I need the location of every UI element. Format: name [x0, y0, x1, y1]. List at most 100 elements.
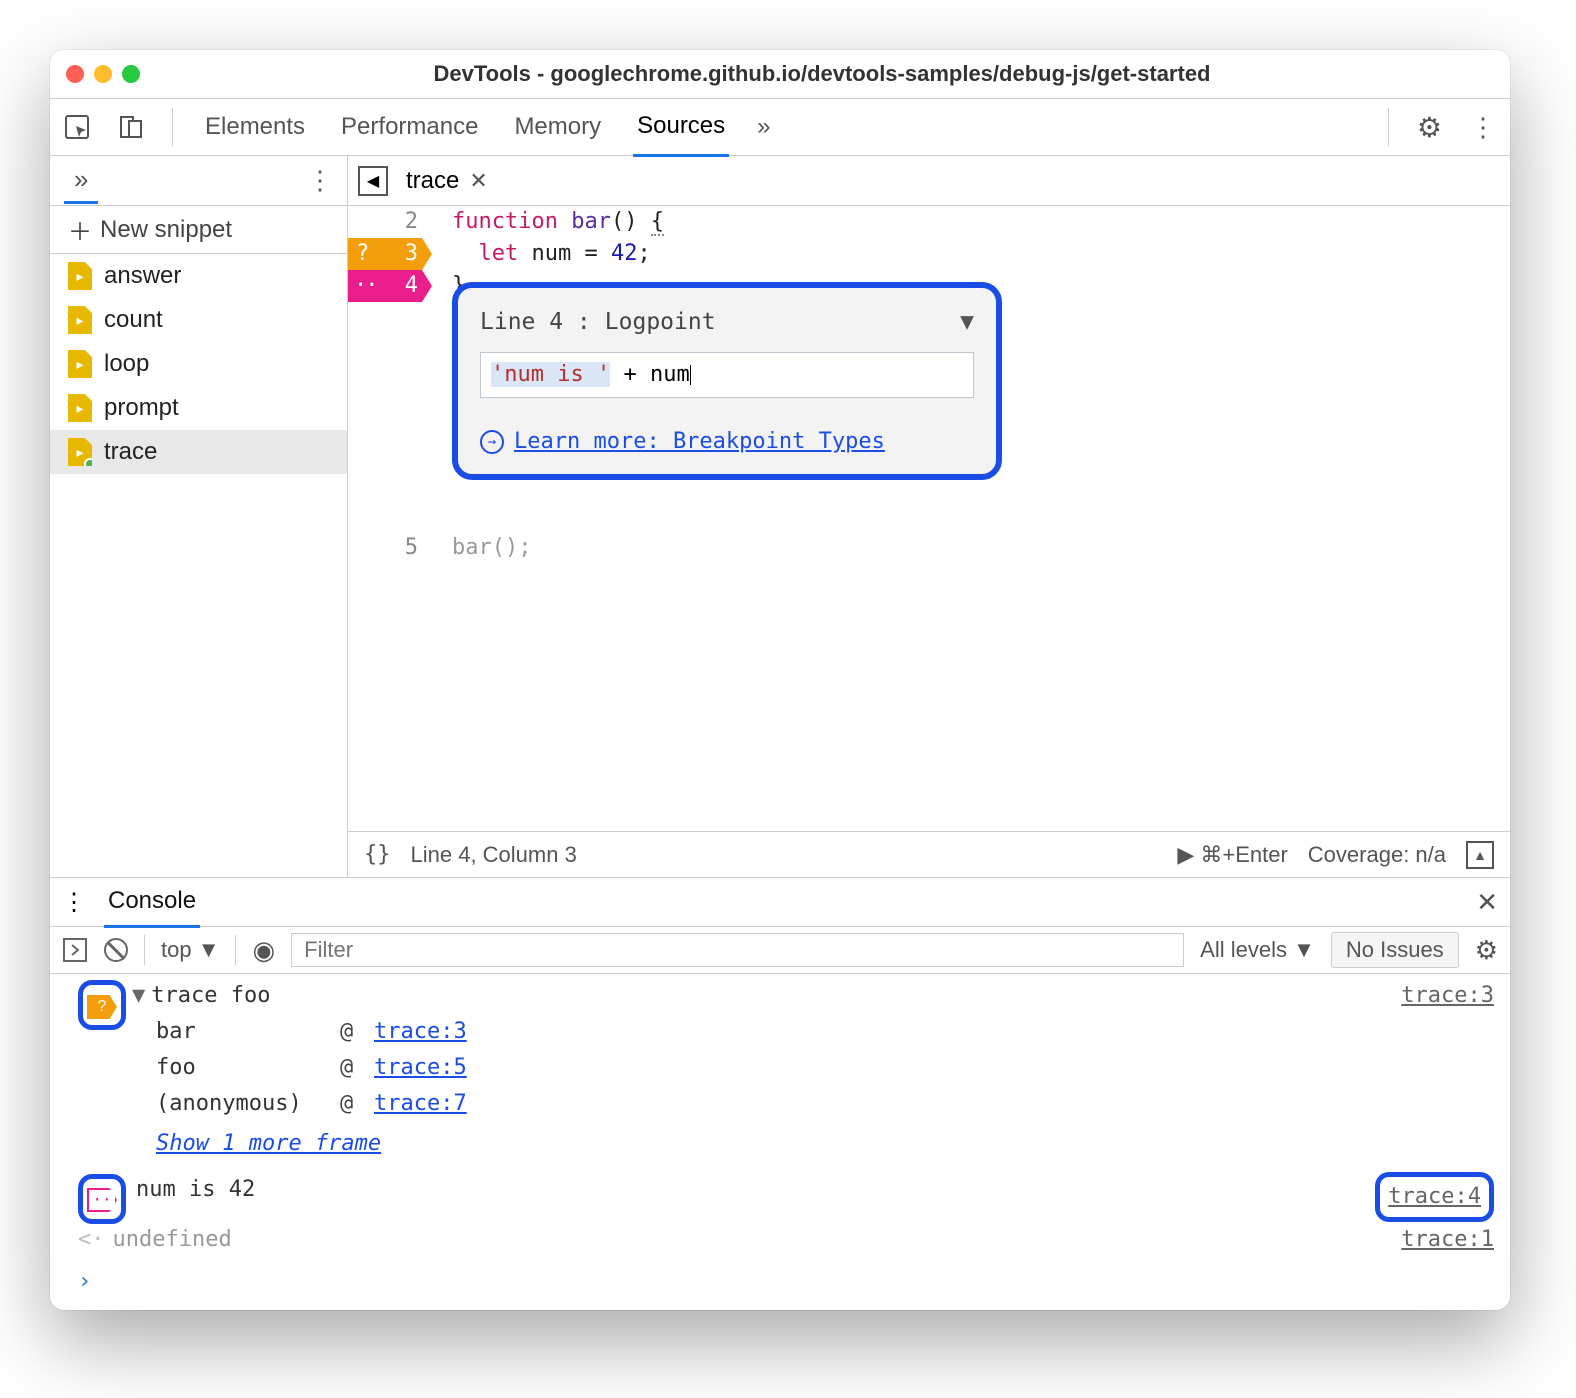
context-selector[interactable]: top ▼	[161, 937, 219, 963]
sidebar-kebab-icon[interactable]: ⋮	[307, 165, 333, 196]
tab-elements[interactable]: Elements	[201, 99, 309, 155]
source-link[interactable]: trace:4	[1375, 1172, 1494, 1222]
minimize-window-button[interactable]	[94, 65, 112, 83]
snippet-label: loop	[104, 350, 149, 378]
main-area: » ⋮ ＋ New snippet answer count loop	[50, 156, 1510, 877]
device-toolbar-icon[interactable]	[118, 114, 144, 140]
window-title: DevTools - googlechrome.github.io/devtoo…	[150, 61, 1494, 87]
logpoint-line-4[interactable]: 4	[348, 270, 432, 302]
log-levels-selector[interactable]: All levels ▼	[1200, 937, 1315, 963]
close-window-button[interactable]	[66, 65, 84, 83]
editor-tab-label: trace	[406, 167, 459, 195]
popup-line-label: Line 4 :	[480, 306, 591, 338]
sidebar-header: » ⋮	[50, 156, 347, 206]
snippet-item-loop[interactable]: loop	[50, 342, 347, 386]
main-toolbar: Elements Performance Memory Sources » ⚙ …	[50, 98, 1510, 156]
logpoint-expression-input[interactable]: 'num is ' + num	[480, 352, 974, 398]
console-sidebar-toggle-icon[interactable]	[62, 937, 88, 963]
snippet-list: answer count loop prompt trace	[50, 254, 347, 877]
arrow-right-circle-icon: →	[480, 430, 504, 454]
live-expression-icon[interactable]: ◉	[252, 935, 275, 966]
dropdown-arrow-icon[interactable]: ▼	[960, 306, 974, 338]
snippet-item-trace[interactable]: trace	[50, 430, 347, 474]
snippet-label: count	[104, 306, 163, 334]
console-output: ? ▼ trace foo trace:3 bar@trace:3 foo@tr…	[50, 974, 1510, 1310]
devtools-window: DevTools - googlechrome.github.io/devtoo…	[50, 50, 1510, 1310]
dirty-indicator-icon	[84, 458, 96, 470]
console-logpoint-entry: ·· num is 42 trace:4	[50, 1172, 1510, 1222]
new-snippet-button[interactable]: ＋ New snippet	[50, 206, 347, 254]
run-snippet-button[interactable]: ▶ ⌘+Enter	[1177, 842, 1287, 868]
learn-more-text[interactable]: Learn more: Breakpoint Types	[514, 426, 885, 458]
new-snippet-label: New snippet	[100, 216, 232, 244]
pretty-print-icon[interactable]: {}	[364, 842, 391, 867]
snippet-item-count[interactable]: count	[50, 298, 347, 342]
editor-tab-trace[interactable]: trace ✕	[406, 167, 488, 195]
snippet-item-answer[interactable]: answer	[50, 254, 347, 298]
console-trace-entry: ? ▼ trace foo trace:3	[50, 978, 1510, 1014]
drawer-tabs: ⋮ Console ✕	[50, 878, 1510, 926]
stack-fn: (anonymous)	[156, 1086, 336, 1122]
drawer-kebab-icon[interactable]: ⋮	[62, 888, 86, 917]
titlebar: DevTools - googlechrome.github.io/devtoo…	[50, 50, 1510, 98]
snippet-file-icon	[68, 394, 92, 422]
snippets-sidebar: » ⋮ ＋ New snippet answer count loop	[50, 156, 348, 877]
snippet-file-icon	[68, 262, 92, 290]
snippet-item-prompt[interactable]: prompt	[50, 386, 347, 430]
toolbar-overflow[interactable]: »	[757, 113, 770, 141]
breakpoint-editor-popup: Line 4 : Logpoint ▼ 'num is ' + num → Le…	[452, 282, 1002, 480]
clear-console-icon[interactable]	[104, 938, 128, 962]
editor-statusbar: {} Line 4, Column 3 ▶ ⌘+Enter Coverage: …	[348, 831, 1510, 877]
logpoint-marker-icon: ··	[78, 1174, 126, 1224]
toolbar-divider	[172, 108, 173, 146]
stack-link[interactable]: trace:3	[374, 1014, 1510, 1050]
popup-type-select[interactable]: Logpoint	[605, 306, 716, 338]
issues-button[interactable]: No Issues	[1331, 932, 1459, 968]
snippet-file-icon	[68, 306, 92, 334]
conditional-breakpoint-line-3[interactable]: 3	[348, 238, 432, 270]
navigator-toggle-icon[interactable]: ◀	[358, 166, 388, 196]
stack-trace: bar@trace:3 foo@trace:5 (anonymous)@trac…	[50, 1014, 1510, 1122]
collapse-panel-icon[interactable]: ▲	[1466, 841, 1494, 869]
tab-sources[interactable]: Sources	[633, 98, 729, 157]
undefined-value: undefined	[113, 1222, 232, 1258]
close-tab-icon[interactable]: ✕	[469, 168, 487, 194]
snippet-file-icon	[68, 438, 92, 466]
console-settings-gear-icon[interactable]: ⚙	[1475, 935, 1498, 966]
tab-performance[interactable]: Performance	[337, 99, 482, 155]
source-link[interactable]: trace:3	[1401, 978, 1494, 1014]
zoom-window-button[interactable]	[122, 65, 140, 83]
line-number[interactable]: 5	[348, 532, 418, 564]
close-drawer-icon[interactable]: ✕	[1476, 887, 1498, 918]
stack-fn: foo	[156, 1050, 336, 1086]
source-link[interactable]: trace:1	[1401, 1222, 1494, 1258]
toolbar-divider	[1388, 108, 1389, 146]
snippet-label: answer	[104, 262, 181, 290]
trace-message: trace foo	[145, 978, 270, 1014]
line-gutter[interactable]: 2 3 4 5	[348, 206, 432, 831]
sidebar-overflow-tab[interactable]: »	[64, 158, 98, 204]
editor-tabs: ◀ trace ✕	[348, 156, 1510, 206]
stack-fn: bar	[156, 1014, 336, 1050]
console-drawer: ⋮ Console ✕ top ▼ ◉ All levels ▼ No Issu…	[50, 877, 1510, 1310]
show-more-frames-link[interactable]: Show 1 more frame	[50, 1126, 1510, 1162]
console-filter-input[interactable]	[291, 933, 1184, 967]
line-number[interactable]: 2	[348, 206, 418, 238]
code-editor[interactable]: 2 3 4 5 function bar() { let num = 42; }…	[348, 206, 1510, 831]
select-element-icon[interactable]	[64, 114, 90, 140]
settings-gear-icon[interactable]: ⚙	[1417, 111, 1442, 144]
drawer-tab-console[interactable]: Console	[104, 877, 200, 928]
snippet-label: prompt	[104, 394, 179, 422]
console-prompt[interactable]: ›	[50, 1258, 1510, 1300]
console-return-entry: <· undefined trace:1	[50, 1222, 1510, 1258]
learn-more-link[interactable]: → Learn more: Breakpoint Types	[480, 426, 974, 458]
stack-link[interactable]: trace:5	[374, 1050, 1510, 1086]
stack-link[interactable]: trace:7	[374, 1086, 1510, 1122]
console-toolbar: top ▼ ◉ All levels ▼ No Issues ⚙	[50, 926, 1510, 974]
snippet-file-icon	[68, 350, 92, 378]
kebab-menu-icon[interactable]: ⋮	[1470, 112, 1496, 143]
editor-pane: ◀ trace ✕ 2 3 4 5 function bar() { let n…	[348, 156, 1510, 877]
tab-memory[interactable]: Memory	[510, 99, 605, 155]
plus-icon: ＋	[68, 212, 92, 247]
coverage-indicator: Coverage: n/a	[1308, 842, 1446, 868]
